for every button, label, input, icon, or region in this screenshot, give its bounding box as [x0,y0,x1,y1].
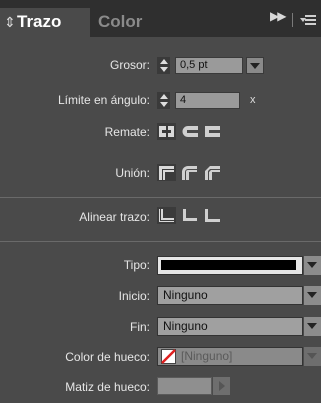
bevel-join-icon[interactable] [203,164,222,181]
weight-dropdown-button[interactable] [246,57,264,74]
align-stroke-label: Alinear trazo: [79,210,150,224]
weight-input[interactable]: 0,5 pt [175,57,243,74]
weight-label: Grosor: [109,58,150,72]
gap-tint-input [157,377,212,395]
projecting-cap-icon[interactable] [203,123,222,140]
end-select[interactable]: Ninguno [157,317,303,336]
gap-color-select[interactable]: [Ninguno] [157,347,303,366]
stroke-type-select[interactable] [157,256,303,275]
miter-join-icon[interactable] [157,164,176,181]
start-dropdown-button[interactable] [304,286,321,305]
double-arrow-right-icon[interactable]: ▶▶ [270,9,287,23]
stroke-type-dropdown-button[interactable] [304,256,321,275]
gap-tint-arrow-button [213,377,230,395]
miter-limit-input[interactable]: 4 [175,92,240,109]
butt-cap-icon[interactable] [157,123,176,140]
end-dropdown-button[interactable] [304,317,321,336]
cap-label: Remate: [104,125,150,139]
start-select[interactable]: Ninguno [157,286,303,305]
miter-limit-unit: x [250,94,256,106]
arrow-right-icon [219,381,225,391]
align-outside-icon[interactable] [203,207,222,224]
section-divider [0,241,321,242]
end-label: Fin: [129,320,150,334]
double-chevron-up-down-icon[interactable]: ⇕ [4,8,16,36]
miter-limit-label: Límite en ángulo: [57,93,150,107]
start-label: Inicio: [118,289,150,303]
gap-color-label: Color de hueco: [65,350,150,364]
miter-limit-stepper[interactable] [157,92,170,109]
join-label: Unión: [115,166,150,180]
type-label: Tipo: [123,258,150,272]
tab-trazo[interactable]: ⇕ Trazo [0,8,90,37]
tab-color-label: Color [98,12,143,31]
panel-menu-icon[interactable] [300,13,316,27]
weight-stepper[interactable] [157,57,170,74]
tab-trazo-label: Trazo [17,12,62,31]
gap-color-value: [Ninguno] [181,349,233,363]
round-join-icon[interactable] [180,164,199,181]
tab-bar-separator [292,13,293,27]
align-inside-icon[interactable] [180,207,199,224]
round-cap-icon[interactable] [180,123,199,140]
none-swatch-icon [161,349,176,364]
panel-tab-bar: ⇕ Trazo Color ▶▶ [0,0,321,37]
gap-tint-label: Matiz de hueco: [65,380,150,394]
solid-line-swatch [161,260,296,270]
tab-color[interactable]: Color [98,8,158,37]
align-center-icon[interactable] [157,207,176,224]
section-divider [0,197,321,198]
gap-color-dropdown-button [304,347,321,366]
